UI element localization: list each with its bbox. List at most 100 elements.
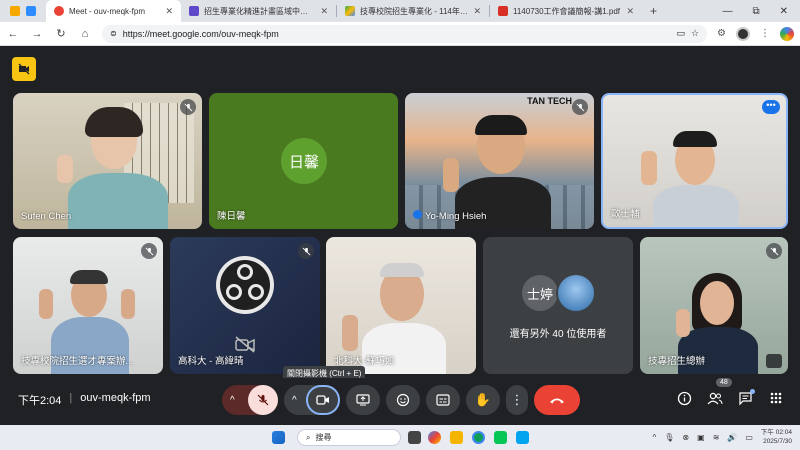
camera-off-icon (235, 336, 255, 353)
meeting-details-button[interactable] (677, 391, 692, 411)
present-button[interactable] (346, 385, 380, 415)
participant-hair (475, 115, 527, 135)
mic-control-group: ^ (222, 385, 278, 415)
mic-off-icon (766, 243, 782, 259)
wifi-icon[interactable]: ≋ (713, 433, 720, 442)
participant-name: 歐士輔 (611, 209, 640, 220)
home-button[interactable]: ⌂ (78, 28, 92, 40)
tab-group-icon[interactable] (10, 6, 20, 16)
chevron-up-icon[interactable]: ^ (292, 395, 297, 406)
recording-indicator[interactable] (12, 57, 36, 81)
participant-body (653, 185, 739, 227)
participant-hair (70, 270, 108, 284)
participant-tile-active-speaker[interactable]: ••• 歐士輔 (601, 93, 788, 229)
avatar: 日馨 (281, 138, 327, 184)
back-button[interactable]: ← (6, 28, 20, 40)
participant-name: Yo-Ming Hsieh (425, 211, 487, 222)
tray-app-icon[interactable]: ▣ (697, 433, 705, 442)
participant-tile[interactable]: 技專校院招生選才專案辦... (13, 237, 163, 374)
tab-pdf[interactable]: 1140730工作會議簡報-講1.pdf ✕ (490, 0, 642, 22)
file-explorer-icon[interactable] (450, 431, 463, 444)
browser-taskbar-icon[interactable] (472, 431, 485, 444)
activities-button[interactable] (769, 391, 783, 410)
tray-app-icon[interactable]: ⊗ (682, 433, 689, 442)
taskbar-search-input[interactable]: ⌕ 搜尋 (297, 429, 401, 446)
browser-app-icons (0, 0, 46, 22)
chevron-up-icon[interactable]: ^ (653, 433, 657, 442)
forms-icon (189, 6, 199, 16)
drive-icon (345, 6, 355, 16)
clock-tray[interactable]: 下午 02:04 2025/7/30 (761, 428, 792, 446)
camera-toggle-button[interactable] (306, 385, 340, 415)
mic-tray-icon[interactable]: 🎙 (664, 433, 674, 442)
restore-button[interactable]: ⧉ (752, 6, 759, 17)
search-placeholder: 搜尋 (315, 433, 332, 442)
participant-tile[interactable]: 日馨 陳日馨 (209, 93, 398, 229)
participant-tile[interactable]: 技專招生總辦 (640, 237, 788, 374)
minimize-button[interactable]: — (722, 6, 732, 17)
participant-hair (673, 131, 717, 147)
more-options-button[interactable]: ⋮ (506, 385, 528, 415)
menu-icon[interactable]: ⋮ (760, 28, 770, 39)
profile-avatar[interactable] (736, 26, 750, 41)
close-icon[interactable]: ✕ (320, 6, 328, 17)
participant-name: 高科大 - 高緯晴 (178, 356, 244, 367)
bookmark-star-icon[interactable]: ☆ (691, 28, 699, 39)
close-icon[interactable]: ✕ (626, 6, 634, 17)
site-info-icon[interactable]: ⊜ (110, 29, 117, 38)
close-icon[interactable]: ✕ (165, 6, 173, 17)
mic-off-icon (257, 394, 269, 406)
participant-tile[interactable]: Sufen Chen (13, 93, 202, 229)
captions-button[interactable] (426, 385, 460, 415)
obs-logo-icon (216, 256, 274, 314)
avatar (556, 273, 596, 313)
info-icon (677, 391, 692, 406)
participant-name: Sufen Chen (21, 211, 72, 222)
picture-in-picture-icon[interactable] (766, 354, 782, 368)
volume-icon[interactable]: 🔊 (727, 433, 737, 442)
copilot-icon[interactable] (428, 431, 441, 444)
close-window-button[interactable]: ✕ (780, 6, 788, 17)
task-view-icon[interactable] (408, 431, 421, 444)
close-icon[interactable]: ✕ (473, 6, 481, 17)
participant-face (700, 281, 734, 325)
tray-time: 下午 02:04 (760, 429, 792, 436)
end-call-icon (550, 398, 564, 404)
tab-form[interactable]: 招生專業化精進計畫區域中心學校 ✕ (181, 0, 336, 22)
reload-button[interactable]: ↻ (54, 27, 68, 40)
url-input[interactable]: ⊜ https://meet.google.com/ouv-meqk-fpm ▭… (102, 24, 708, 43)
camera-indicator-icon[interactable]: ▭ (676, 28, 685, 39)
reactions-button[interactable] (386, 385, 420, 415)
extensions-icon[interactable]: ⚙ (717, 28, 726, 39)
participant-tile[interactable]: 北科大-蘇巧如 (326, 237, 476, 374)
people-button[interactable] (707, 391, 723, 411)
participant-tile[interactable]: TAN TECH Yo-Ming Hsieh (405, 93, 594, 229)
mic-off-icon (572, 99, 588, 115)
line-app-icon[interactable] (494, 431, 507, 444)
new-tab-button[interactable]: + (642, 4, 665, 18)
tab-drive[interactable]: 技專校院招生專業化 - 114年度辦理 ✕ (337, 0, 489, 22)
app-taskbar-icon[interactable] (516, 431, 529, 444)
forward-button[interactable]: → (30, 28, 44, 40)
participant-name: 陳日馨 (217, 211, 246, 222)
participant-name: 技專招生總辦 (648, 356, 706, 367)
window-controls: — ⧉ ✕ (722, 6, 800, 17)
chat-button[interactable] (738, 389, 755, 411)
leave-call-button[interactable] (534, 385, 580, 415)
mic-toggle-button[interactable] (248, 385, 278, 415)
peace-sign-hand (39, 289, 53, 319)
chevron-up-icon[interactable]: ^ (230, 395, 235, 406)
workspace-icon[interactable] (26, 6, 36, 16)
pin-icon (413, 210, 422, 219)
present-screen-icon (356, 394, 370, 406)
people-count-badge: 48 (716, 378, 732, 387)
battery-icon[interactable]: ▭ (745, 433, 753, 442)
raise-hand-button[interactable]: ✋ (466, 385, 500, 415)
camera-icon (316, 395, 329, 405)
gemini-icon[interactable] (780, 26, 794, 41)
participant-tile[interactable]: 高科大 - 高緯晴 (170, 237, 320, 374)
more-options-icon[interactable]: ••• (762, 100, 780, 114)
others-tile[interactable]: 士婷 還有另外 40 位使用者 (483, 237, 633, 374)
windows-start-icon[interactable] (272, 431, 285, 444)
tab-meet[interactable]: Meet - ouv-meqk-fpm ✕ (46, 0, 181, 22)
